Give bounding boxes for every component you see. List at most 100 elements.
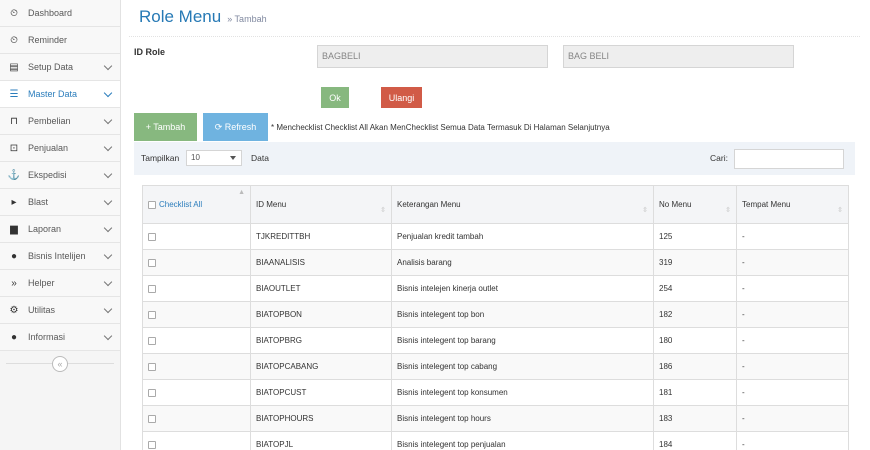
documents-icon: ▤: [9, 61, 19, 73]
checkbox-cell: [142, 223, 251, 250]
menu-table: Checklist All ▲ ID Menu ⇳ Keterangan Menu ⇳…: [142, 185, 849, 450]
sort-icon: ⇳: [642, 207, 648, 214]
no-menu-cell: 182: [653, 301, 737, 328]
id-menu-cell: BIATOPJL: [250, 431, 392, 450]
data-label: Data: [251, 153, 269, 163]
sidebar-item-label: Blast: [28, 197, 49, 207]
row-checkbox[interactable]: [148, 362, 156, 371]
table-row[interactable]: BIATOPCABANG Bisnis intelegent top cabang…: [142, 353, 849, 380]
row-checkbox[interactable]: [148, 414, 156, 423]
tempat-menu-cell: -: [736, 379, 849, 406]
collapse-sidebar-button[interactable]: «: [52, 356, 68, 372]
sidebar-item-penjualan[interactable]: ⊡ Penjualan: [0, 135, 120, 162]
sidebar-item-dashboard[interactable]: ⏲ Dashboard: [0, 0, 120, 27]
search-label: Cari:: [710, 153, 728, 163]
id-menu-header[interactable]: ID Menu ⇳: [250, 185, 392, 224]
no-menu-cell: 186: [653, 353, 737, 380]
table-row[interactable]: BIATOPBRG Bisnis intelegent top barang 180…: [142, 327, 849, 354]
row-checkbox[interactable]: [148, 258, 156, 267]
no-menu-cell: 184: [653, 431, 737, 450]
sidebar-item-label: Helper: [28, 278, 55, 288]
page-subtitle: » Tambah: [227, 14, 267, 24]
no-menu-header-label: No Menu: [659, 200, 692, 209]
role-name-input[interactable]: BAG BELI: [563, 45, 794, 68]
chevron-down-icon: [103, 142, 113, 152]
no-menu-cell: 183: [653, 405, 737, 432]
info-circle-icon: ●: [10, 331, 18, 343]
no-menu-cell: 181: [653, 379, 737, 406]
keterangan-cell: Bisnis intelegent top barang: [391, 327, 654, 354]
tempat-menu-cell: -: [736, 275, 849, 302]
chevron-down-icon: [103, 115, 113, 125]
checkbox-cell: [142, 379, 251, 406]
sidebar-item-reminder[interactable]: ⏲ Reminder: [0, 27, 120, 54]
sidebar-item-informasi[interactable]: ● Informasi: [0, 324, 120, 351]
checklist-all-header[interactable]: Checklist All ▲: [142, 185, 251, 224]
ok-button[interactable]: Ok: [321, 87, 349, 108]
chevron-down-icon: [103, 304, 113, 314]
id-menu-cell: BIATOPCUST: [250, 379, 392, 406]
checkbox-cell: [142, 301, 251, 328]
table-row[interactable]: BIATOPHOURS Bisnis intelegent top hours 18…: [142, 405, 849, 432]
sidebar-item-laporan[interactable]: ▆ Laporan: [0, 216, 120, 243]
sort-icon: ⇳: [380, 207, 386, 214]
sidebar-item-bisnis-intelijen[interactable]: ● Bisnis Intelijen: [0, 243, 120, 270]
row-checkbox[interactable]: [148, 310, 156, 319]
anchor-icon: ⚓: [7, 169, 21, 181]
keterangan-cell: Bisnis intelegent top hours: [391, 405, 654, 432]
sidebar-item-label: Penjualan: [28, 143, 69, 153]
search-input[interactable]: [734, 149, 844, 169]
table-row[interactable]: BIAOUTLET Bisnis intelejen kinerja outlet…: [142, 275, 849, 302]
chevron-down-icon: [103, 169, 113, 179]
table-row[interactable]: BIATOPJL Bisnis intelegent top penjualan 1…: [142, 431, 849, 450]
keterangan-cell: Bisnis intelegent top penjualan: [391, 431, 654, 450]
row-checkbox[interactable]: [148, 336, 156, 345]
tempat-menu-header[interactable]: Tempat Menu ⇳: [736, 185, 849, 224]
no-menu-cell: 180: [653, 327, 737, 354]
row-checkbox[interactable]: [148, 440, 156, 449]
row-checkbox[interactable]: [148, 284, 156, 293]
file-icon: ▆: [10, 223, 18, 235]
sidebar-item-ekspedisi[interactable]: ⚓ Ekspedisi: [0, 162, 120, 189]
id-menu-cell: BIATOPBON: [250, 301, 392, 328]
sidebar-item-setup-data[interactable]: ▤ Setup Data: [0, 54, 120, 81]
id-role-input[interactable]: BAGBELI: [317, 45, 548, 68]
caret-right-icon: ▸: [11, 196, 17, 208]
refresh-button[interactable]: ⟳ Refresh: [203, 113, 268, 141]
tempat-menu-cell: -: [736, 353, 849, 380]
keterangan-cell: Bisnis intelegent top bon: [391, 301, 654, 328]
sidebar-item-blast[interactable]: ▸ Blast: [0, 189, 120, 216]
show-label: Tampilkan: [141, 153, 180, 163]
chevron-down-icon: [103, 88, 113, 98]
page-title: Role Menu: [139, 7, 222, 26]
id-menu-cell: BIAOUTLET: [250, 275, 392, 302]
row-checkbox[interactable]: [148, 388, 156, 397]
checklist-all-checkbox[interactable]: [148, 200, 156, 209]
sidebar-item-utilitas[interactable]: ⚙ Utilitas: [0, 297, 120, 324]
tempat-menu-header-label: Tempat Menu: [742, 200, 791, 209]
table-row[interactable]: BIATOPCUST Bisnis intelegent top konsumen…: [142, 379, 849, 406]
table-body: TJKREDITTBH Penjualan kredit tambah 125- BI…: [142, 223, 849, 450]
table-row[interactable]: BIATOPBON Bisnis intelegent top bon 182-: [142, 301, 849, 328]
checkbox-cell: [142, 327, 251, 354]
sidebar-item-pembelian[interactable]: ⊓ Pembelian: [0, 108, 120, 135]
tempat-menu-cell: -: [736, 223, 849, 250]
shopping-basket-icon: ⊓: [10, 115, 18, 127]
table-row[interactable]: BIAANALISIS Analisis barang 319-: [142, 249, 849, 276]
sidebar-item-helper[interactable]: » Helper: [0, 270, 120, 297]
reset-button[interactable]: Ulangi: [381, 87, 422, 108]
sidebar-item-label: Pembelian: [28, 116, 71, 126]
sort-asc-icon: ▲: [238, 189, 245, 196]
checkbox-cell: [142, 405, 251, 432]
money-icon: ⊡: [9, 142, 19, 154]
row-checkbox[interactable]: [148, 232, 156, 241]
keterangan-cell: Bisnis intelegent top konsumen: [391, 379, 654, 406]
page-size-select[interactable]: 10: [186, 150, 242, 166]
keterangan-header[interactable]: Keterangan Menu ⇳: [391, 185, 654, 224]
sidebar-item-master-data[interactable]: ☰ Master Data: [0, 81, 120, 108]
chevron-down-icon: [103, 277, 113, 287]
add-button[interactable]: + Tambah: [134, 113, 197, 141]
no-menu-header[interactable]: No Menu ⇳: [653, 185, 737, 224]
table-row[interactable]: TJKREDITTBH Penjualan kredit tambah 125-: [142, 223, 849, 250]
checklist-all-label: Checklist All: [159, 200, 203, 209]
